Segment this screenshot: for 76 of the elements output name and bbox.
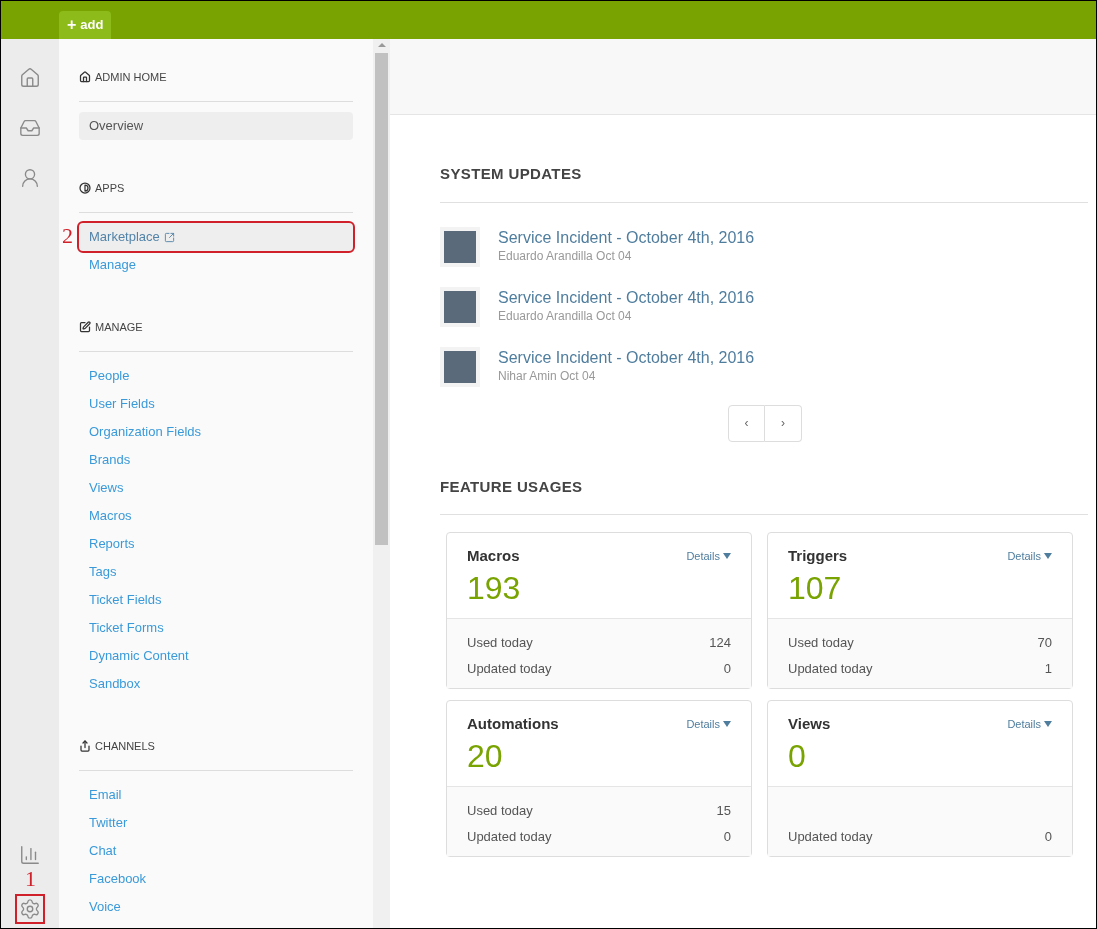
sidebar-link[interactable]: Dynamic Content	[79, 642, 353, 670]
previous-page-button[interactable]: ‹	[728, 404, 765, 442]
card-title: Macros	[467, 546, 520, 566]
stat-value: 15	[716, 802, 731, 820]
caret-icon	[1044, 721, 1052, 728]
section-heading: MANAGE	[95, 319, 143, 335]
callout-number: 1	[25, 868, 36, 890]
stat-label: Updated today	[467, 827, 552, 846]
sidebar-link[interactable]: Chat	[79, 837, 353, 865]
stat-value: 124	[709, 634, 731, 652]
details-link[interactable]: Details	[1007, 716, 1052, 733]
stat-value: 0	[723, 659, 731, 678]
home-icon	[79, 71, 91, 83]
sidebar-link[interactable]: Overview	[79, 112, 353, 140]
update-link[interactable]: Service Incident - October 4th, 2016	[498, 348, 755, 367]
section-heading: APPS	[95, 180, 125, 196]
sidebar-link[interactable]: Views	[79, 474, 353, 502]
half-circle-icon	[79, 182, 91, 194]
sidebar-link[interactable]: Voice	[79, 893, 353, 921]
stat-label: Updated today	[788, 659, 873, 678]
usage-count: 107	[788, 568, 843, 608]
sidebar-link[interactable]: Reports	[79, 530, 353, 558]
details-link[interactable]: Details	[1007, 548, 1052, 565]
stat-label: Used today	[467, 634, 533, 652]
sidebar-link[interactable]: Brands	[79, 446, 353, 474]
stat-value: 0	[723, 827, 731, 846]
section-title: FEATURE USAGES	[440, 475, 1088, 515]
settings-icon[interactable]	[15, 894, 45, 924]
usage-count: 20	[467, 736, 504, 776]
next-page-button[interactable]: ›	[765, 404, 802, 442]
sidebar-link[interactable]: Macros	[79, 502, 353, 530]
details-link[interactable]: Details	[686, 716, 731, 733]
stat-value: 70	[1037, 634, 1052, 652]
update-meta: Eduardo Arandilla Oct 04	[498, 247, 633, 265]
section-title: SYSTEM UPDATES	[440, 163, 1088, 203]
sidebar-link[interactable]: Sandbox	[79, 670, 353, 698]
caret-icon	[723, 553, 731, 560]
share-icon	[79, 740, 91, 752]
sidebar-link[interactable]: Manage	[79, 251, 353, 279]
stat-label: Used today	[467, 802, 533, 820]
stat-label: Updated today	[467, 659, 552, 678]
photo-placeholder	[440, 226, 480, 267]
section-heading: CHANNELS	[95, 738, 155, 754]
edit-icon	[79, 321, 91, 333]
callout-number: 2	[62, 225, 73, 247]
caret-icon	[1044, 553, 1052, 560]
card-title: Triggers	[788, 546, 848, 566]
caret-icon	[723, 721, 731, 728]
usage-count: 193	[467, 568, 522, 608]
details-link[interactable]: Details	[686, 548, 731, 565]
photo-placeholder	[440, 346, 480, 387]
sidebar-link[interactable]: Ticket Fields	[79, 586, 353, 614]
sidebar-link[interactable]: Organization Fields	[79, 418, 353, 446]
sidebar-link[interactable]: Tags	[79, 558, 353, 586]
sidebar-link[interactable]: Facebook	[79, 865, 353, 893]
external-link-icon	[163, 231, 175, 243]
update-meta: Eduardo Arandilla Oct 04	[498, 307, 633, 325]
sidebar-link[interactable]: Ticket Forms	[79, 614, 353, 642]
add-button[interactable]: + add	[59, 11, 112, 39]
update-link[interactable]: Service Incident - October 4th, 2016	[498, 288, 755, 307]
photo-placeholder	[440, 286, 480, 327]
update-link[interactable]: Service Incident - October 4th, 2016	[498, 228, 755, 247]
section-heading: ADMIN HOME	[95, 69, 167, 85]
sidebar-link[interactable]: People	[79, 362, 353, 390]
sidebar-link[interactable]: Email	[79, 781, 353, 809]
stat-label: Updated today	[788, 827, 873, 846]
stat-label: Used today	[788, 634, 854, 652]
stat-value: 1	[1044, 659, 1052, 678]
sidebar-link[interactable]: Marketplace	[79, 223, 353, 251]
update-meta: Nihar Amin Oct 04	[498, 367, 597, 385]
stat-value: 0	[1044, 827, 1052, 846]
usage-count: 0	[788, 736, 807, 776]
card-title: Automations	[467, 714, 559, 734]
sidebar-link[interactable]: User Fields	[79, 390, 353, 418]
card-title: Views	[788, 714, 831, 734]
sidebar-link[interactable]: Twitter	[79, 809, 353, 837]
